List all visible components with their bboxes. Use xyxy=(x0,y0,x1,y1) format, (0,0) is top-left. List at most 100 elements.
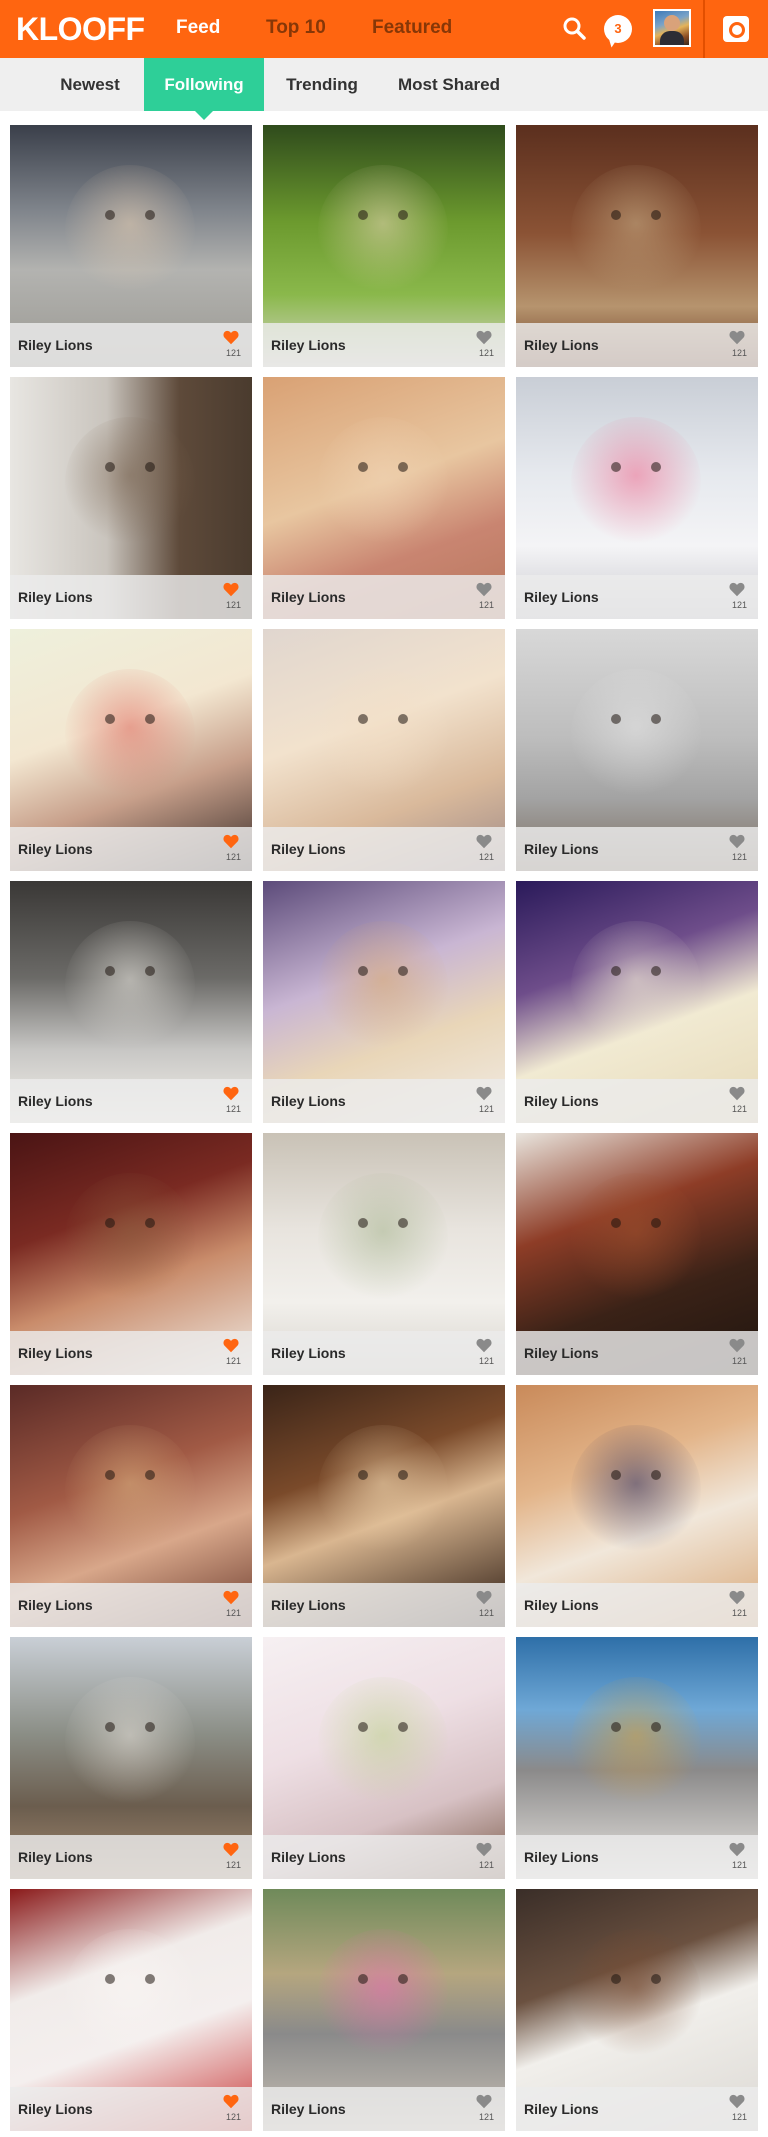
author-name[interactable]: Riley Lions xyxy=(524,1093,599,1109)
author-name[interactable]: Riley Lions xyxy=(18,337,93,353)
tab-most-shared[interactable]: Most Shared xyxy=(384,58,514,111)
photo-caption: Riley Lions 121 xyxy=(263,1079,505,1123)
photo-card[interactable]: Riley Lions 121 xyxy=(516,1385,758,1627)
heart-icon[interactable] xyxy=(729,1590,745,1605)
author-name[interactable]: Riley Lions xyxy=(18,2101,93,2117)
photo-card[interactable]: Riley Lions 121 xyxy=(516,125,758,367)
pet-eye-shape xyxy=(651,1470,661,1480)
photo-card[interactable]: Riley Lions 121 xyxy=(516,629,758,871)
author-name[interactable]: Riley Lions xyxy=(271,337,346,353)
author-name[interactable]: Riley Lions xyxy=(18,1849,93,1865)
heart-icon[interactable] xyxy=(729,582,745,597)
photo-card[interactable]: Riley Lions 121 xyxy=(263,629,505,871)
nav-featured[interactable]: Featured xyxy=(372,16,452,40)
photo-card[interactable]: Riley Lions 121 xyxy=(516,1637,758,1879)
author-name[interactable]: Riley Lions xyxy=(524,1849,599,1865)
tab-newest[interactable]: Newest xyxy=(40,58,140,111)
heart-icon[interactable] xyxy=(729,1842,745,1857)
like-count: 121 xyxy=(478,1104,494,1114)
photo-card[interactable]: Riley Lions 121 xyxy=(263,1889,505,2131)
heart-icon[interactable] xyxy=(223,1590,239,1605)
heart-icon[interactable] xyxy=(476,1842,492,1857)
photo-card[interactable]: Riley Lions 121 xyxy=(263,377,505,619)
heart-icon[interactable] xyxy=(476,582,492,597)
photo-card[interactable]: Riley Lions 121 xyxy=(516,1889,758,2131)
author-name[interactable]: Riley Lions xyxy=(524,841,599,857)
author-name[interactable]: Riley Lions xyxy=(271,841,346,857)
author-name[interactable]: Riley Lions xyxy=(524,589,599,605)
pet-eye-shape xyxy=(611,1470,621,1480)
photo-caption: Riley Lions 121 xyxy=(516,323,758,367)
author-name[interactable]: Riley Lions xyxy=(271,1597,346,1613)
heart-icon[interactable] xyxy=(476,1338,492,1353)
author-name[interactable]: Riley Lions xyxy=(271,589,346,605)
pet-eye-shape xyxy=(611,714,621,724)
pet-eye-shape xyxy=(105,714,115,724)
heart-icon[interactable] xyxy=(476,834,492,849)
search-icon[interactable] xyxy=(562,16,588,42)
photo-card[interactable]: Riley Lions 121 xyxy=(10,125,252,367)
photo-card[interactable]: Riley Lions 121 xyxy=(263,1637,505,1879)
author-name[interactable]: Riley Lions xyxy=(18,1345,93,1361)
heart-icon[interactable] xyxy=(729,834,745,849)
photo-card[interactable]: Riley Lions 121 xyxy=(10,377,252,619)
tab-trending[interactable]: Trending xyxy=(272,58,372,111)
heart-icon[interactable] xyxy=(729,1086,745,1101)
nav-feed[interactable]: Feed xyxy=(176,16,220,40)
heart-icon[interactable] xyxy=(476,1590,492,1605)
heart-icon[interactable] xyxy=(223,330,239,345)
photo-caption: Riley Lions 121 xyxy=(263,1835,505,1879)
notification-bubble-icon[interactable]: 3 xyxy=(604,15,632,43)
photo-caption: Riley Lions 121 xyxy=(263,827,505,871)
heart-icon[interactable] xyxy=(223,582,239,597)
photo-card[interactable]: Riley Lions 121 xyxy=(10,1889,252,2131)
author-name[interactable]: Riley Lions xyxy=(524,1597,599,1613)
pet-shape xyxy=(571,921,701,1051)
tab-following[interactable]: Following xyxy=(144,58,264,120)
photo-card[interactable]: Riley Lions 121 xyxy=(263,1133,505,1375)
author-name[interactable]: Riley Lions xyxy=(18,841,93,857)
heart-icon[interactable] xyxy=(476,330,492,345)
photo-caption: Riley Lions 121 xyxy=(516,1331,758,1375)
author-name[interactable]: Riley Lions xyxy=(18,1597,93,1613)
author-name[interactable]: Riley Lions xyxy=(271,1849,346,1865)
heart-icon[interactable] xyxy=(729,2094,745,2109)
klooff-logo[interactable]: KLOOFF xyxy=(16,10,145,48)
pet-shape xyxy=(318,1173,448,1303)
author-name[interactable]: Riley Lions xyxy=(18,589,93,605)
heart-icon[interactable] xyxy=(729,330,745,345)
heart-icon[interactable] xyxy=(223,1086,239,1101)
nav-top10[interactable]: Top 10 xyxy=(266,16,326,40)
photo-card[interactable]: Riley Lions 121 xyxy=(10,629,252,871)
like-count: 121 xyxy=(225,2112,241,2122)
author-name[interactable]: Riley Lions xyxy=(524,2101,599,2117)
author-name[interactable]: Riley Lions xyxy=(271,1093,346,1109)
photo-card[interactable]: Riley Lions 121 xyxy=(10,1133,252,1375)
author-name[interactable]: Riley Lions xyxy=(524,1345,599,1361)
photo-card[interactable]: Riley Lions 121 xyxy=(516,881,758,1123)
heart-icon[interactable] xyxy=(729,1338,745,1353)
heart-icon[interactable] xyxy=(223,1338,239,1353)
photo-card[interactable]: Riley Lions 121 xyxy=(10,1637,252,1879)
photo-card[interactable]: Riley Lions 121 xyxy=(263,125,505,367)
author-name[interactable]: Riley Lions xyxy=(271,2101,346,2117)
heart-icon[interactable] xyxy=(223,834,239,849)
photo-card[interactable]: Riley Lions 121 xyxy=(263,881,505,1123)
author-name[interactable]: Riley Lions xyxy=(271,1345,346,1361)
photo-card[interactable]: Riley Lions 121 xyxy=(263,1385,505,1627)
pet-shape xyxy=(571,165,701,295)
pet-eye-shape xyxy=(145,462,155,472)
camera-icon[interactable] xyxy=(723,16,749,42)
avatar[interactable] xyxy=(653,9,691,47)
photo-card[interactable]: Riley Lions 121 xyxy=(10,1385,252,1627)
photo-card[interactable]: Riley Lions 121 xyxy=(10,881,252,1123)
photo-card[interactable]: Riley Lions 121 xyxy=(516,377,758,619)
author-name[interactable]: Riley Lions xyxy=(18,1093,93,1109)
heart-icon[interactable] xyxy=(476,1086,492,1101)
author-name[interactable]: Riley Lions xyxy=(524,337,599,353)
photo-card[interactable]: Riley Lions 121 xyxy=(516,1133,758,1375)
heart-icon[interactable] xyxy=(223,1842,239,1857)
photo-caption: Riley Lions 121 xyxy=(10,323,252,367)
heart-icon[interactable] xyxy=(223,2094,239,2109)
heart-icon[interactable] xyxy=(476,2094,492,2109)
